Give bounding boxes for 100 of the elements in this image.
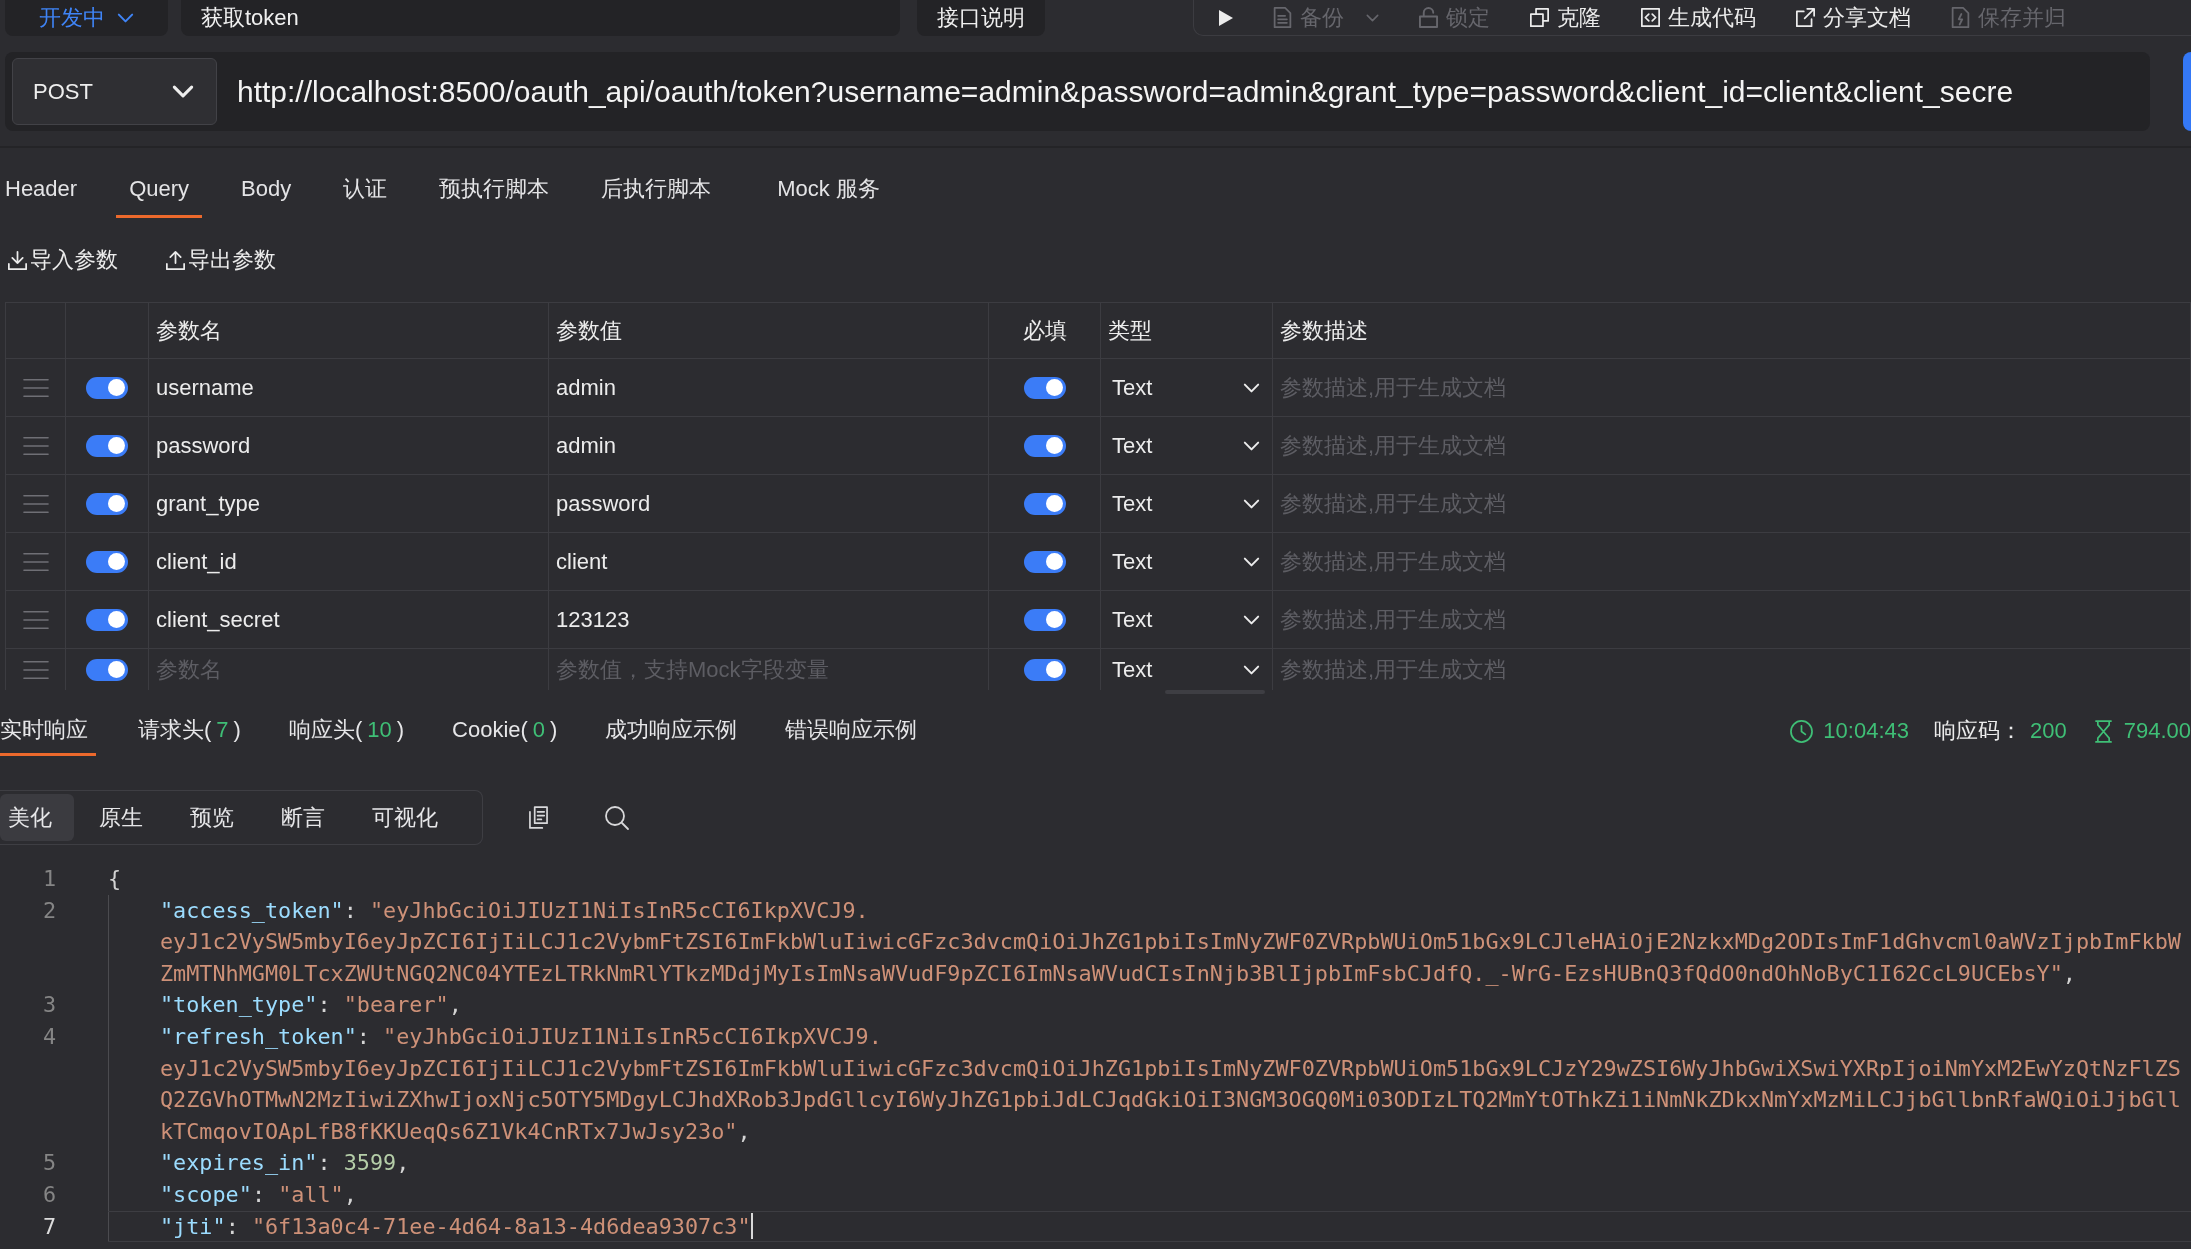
param-name-field[interactable]: client_id <box>149 533 549 590</box>
lock-icon <box>1419 7 1438 28</box>
toggle-switch[interactable] <box>86 376 128 399</box>
chevron-down-icon <box>1243 664 1260 675</box>
toggle-switch[interactable] <box>1023 658 1066 681</box>
toolbar-button[interactable]: 分享文档 <box>1796 2 1911 33</box>
response-tab[interactable]: 成功响应示例 <box>599 694 744 756</box>
chevron-down-icon <box>1243 614 1260 625</box>
line-number: 7 <box>42 1213 56 1239</box>
response-tab[interactable]: 错误响应示例 <box>779 694 924 756</box>
code-line: "refresh_token": "eyJhbGciOiJIUzI1NiIsInR5cCI6IkpXVCJ9. <box>160 1022 882 1051</box>
doc-button[interactable]: 接口说明 <box>917 0 1045 36</box>
toggle-switch[interactable] <box>1023 434 1066 457</box>
method-dropdown[interactable]: POST <box>12 58 217 125</box>
upload-icon <box>166 250 185 270</box>
drag-handle-icon[interactable] <box>22 493 49 514</box>
hourglass-icon <box>2094 719 2112 743</box>
status-code: 200 <box>2030 718 2067 744</box>
param-name-field[interactable]: password <box>149 417 549 474</box>
toggle-switch[interactable] <box>1023 492 1066 515</box>
toggle-switch[interactable] <box>1023 550 1066 573</box>
type-dropdown[interactable]: Text <box>1101 475 1272 532</box>
type-dropdown[interactable]: Text <box>1101 359 1272 416</box>
view-mode-tab[interactable]: 原生 <box>77 794 165 841</box>
param-name-field[interactable]: grant_type <box>149 475 549 532</box>
toolbar-button[interactable]: 生成代码 <box>1641 2 1756 33</box>
toggle-switch[interactable] <box>86 550 128 573</box>
tab[interactable]: 后执行脚本 <box>588 160 725 218</box>
import-button[interactable]: 导入参数 <box>8 245 118 275</box>
drag-handle-icon[interactable] <box>22 435 49 456</box>
param-value-field[interactable]: client <box>549 533 989 590</box>
download-icon <box>8 250 27 270</box>
toggle-switch[interactable] <box>86 658 128 681</box>
line-number: 3 <box>42 992 56 1018</box>
copy-icon <box>1530 7 1549 28</box>
drag-handle-icon[interactable] <box>22 377 49 398</box>
line-number: 2 <box>42 897 56 923</box>
response-tab[interactable]: Cookie( 0 ) <box>446 694 564 756</box>
toggle-switch[interactable] <box>86 492 128 515</box>
response-time: 10:04:43 <box>1823 718 1909 744</box>
type-dropdown[interactable]: Text <box>1101 417 1272 474</box>
chevron-down-icon <box>1243 556 1260 567</box>
column-header: 类型 <box>1108 316 1152 345</box>
param-value-field[interactable]: password <box>549 475 989 532</box>
param-value-field[interactable]: admin <box>549 417 989 474</box>
tab[interactable]: Query <box>116 160 203 218</box>
column-header: 参数名 <box>156 316 222 345</box>
response-tab[interactable]: 请求头( 7 ) <box>132 694 247 756</box>
code-line: Q2ZGVhOTMwN2MzIiwiZXhwIjoxNjc5OTY5MDgyLCJhdXRob3JpdGllcyI6WyJhZG1pbiJdLCJqdGkiOiI3NGM3OGQ0Mi03ODIzLTQ2MmYtOThkZi1iNmNkZDkxNmYxMzMiLCJjbGllbnRfaWQiOiJjbGll <box>160 1086 2181 1115</box>
param-value-field[interactable]: admin <box>549 359 989 416</box>
type-dropdown[interactable]: Text <box>1101 591 1272 648</box>
response-tab[interactable]: 实时响应 <box>0 694 96 756</box>
param-name-field[interactable]: username <box>149 359 549 416</box>
toggle-switch[interactable] <box>1023 376 1066 399</box>
url-field[interactable]: http://localhost:8500/oauth_api/oauth/token?username=admin&password=admin&grant_type=password&client_id=client&client_secre <box>237 74 2014 109</box>
code-line: kTCmqovIOApLfB8fKKUeqQs6Z1Vk4CnRTx7JwJsy23o", <box>160 1117 751 1146</box>
column-header: 参数值 <box>556 316 622 345</box>
param-value-field[interactable]: 123123 <box>549 591 989 648</box>
status-code-label: 响应码： <box>1934 717 2022 745</box>
chevron-down-icon <box>117 13 134 23</box>
drag-handle-icon[interactable] <box>22 659 49 680</box>
type-dropdown[interactable]: Text <box>1101 533 1272 590</box>
share-icon <box>1796 7 1815 28</box>
line-number: 4 <box>42 1023 56 1049</box>
chevron-down-icon <box>1243 440 1260 451</box>
toolbar-button[interactable]: 克隆 <box>1530 2 1601 33</box>
run-button[interactable] <box>1219 9 1233 26</box>
type-dropdown[interactable]: Text <box>1101 649 1272 690</box>
view-mode-tab[interactable]: 美化 <box>0 794 74 841</box>
chevron-down-icon <box>1243 498 1260 509</box>
view-mode-tab[interactable]: 可视化 <box>350 794 460 841</box>
tab[interactable]: 预执行脚本 <box>426 160 563 218</box>
toggle-switch[interactable] <box>1023 608 1066 631</box>
send-button[interactable] <box>2183 52 2191 131</box>
param-name-field[interactable]: client_secret <box>149 591 549 648</box>
tab[interactable]: 认证 <box>330 160 401 218</box>
code-line: eyJ1c2VySW5mbyI6eyJpZCI6IjIiLCJ1c2VybmFtZSI6ImFkbWluIiwicGFzc3dvcmQiOiJhZG1pbiIsImNyZWF0ZVRpbWUiOm51bGx9LCJzY29wZSI6WyJhbGwiXSwiYXRpIjoiNmYxM2EwYzQtNzFlZS <box>160 1054 2181 1083</box>
copy-icon[interactable] <box>529 806 548 829</box>
view-mode-tab[interactable]: 预览 <box>168 794 256 841</box>
chevron-down-icon <box>172 85 194 98</box>
search-icon[interactable] <box>605 805 629 830</box>
document-icon <box>1273 7 1292 28</box>
export-button[interactable]: 导出参数 <box>166 245 276 275</box>
code-line: "jti": "6f13a0c4-71ee-4d64-8a13-4d6dea9307c3" <box>160 1212 751 1241</box>
column-header: 必填 <box>1022 316 1067 345</box>
toggle-switch[interactable] <box>86 608 128 631</box>
response-tab[interactable]: 响应头( 10 ) <box>282 694 411 756</box>
tab[interactable]: Header <box>0 160 91 218</box>
line-number: 6 <box>42 1181 56 1207</box>
api-name-field[interactable]: 获取token <box>181 0 900 36</box>
tab[interactable]: Mock 服务 <box>764 160 893 218</box>
code-line: eyJ1c2VySW5mbyI6eyJpZCI6IjIiLCJ1c2VybmFtZSI6ImFkbWluIiwicGFzc3dvcmQiOiJhZG1pbiIsImNyZWF0ZVRpbWUiOm51bGx9LCJleHAiOjE2NzkxMDg2ODIsImF1dGhvcml0aWVzIjpbImFkbW <box>160 928 2181 957</box>
code-line: ZmMTNhMGM0LTcxZWUtNGQ2NC04YTEzLTRkNmRlYTkzMDdjMyIsImNsaWVudF9pZCI6ImNsaWVudCIsInNjb3BlIjpbImFsbCJdfQ._-WrG-EzsHUBnQ3fQdO0ndOhNoByC1I62CcL9UCEbsY", <box>160 959 2076 988</box>
view-mode-tab[interactable]: 断言 <box>259 794 347 841</box>
tab[interactable]: Body <box>228 160 305 218</box>
drag-handle-icon[interactable] <box>22 551 49 572</box>
drag-handle-icon[interactable] <box>22 609 49 630</box>
line-number: 1 <box>42 866 56 891</box>
toggle-switch[interactable] <box>86 434 128 457</box>
environment-dropdown[interactable]: 开发中 <box>5 0 168 36</box>
